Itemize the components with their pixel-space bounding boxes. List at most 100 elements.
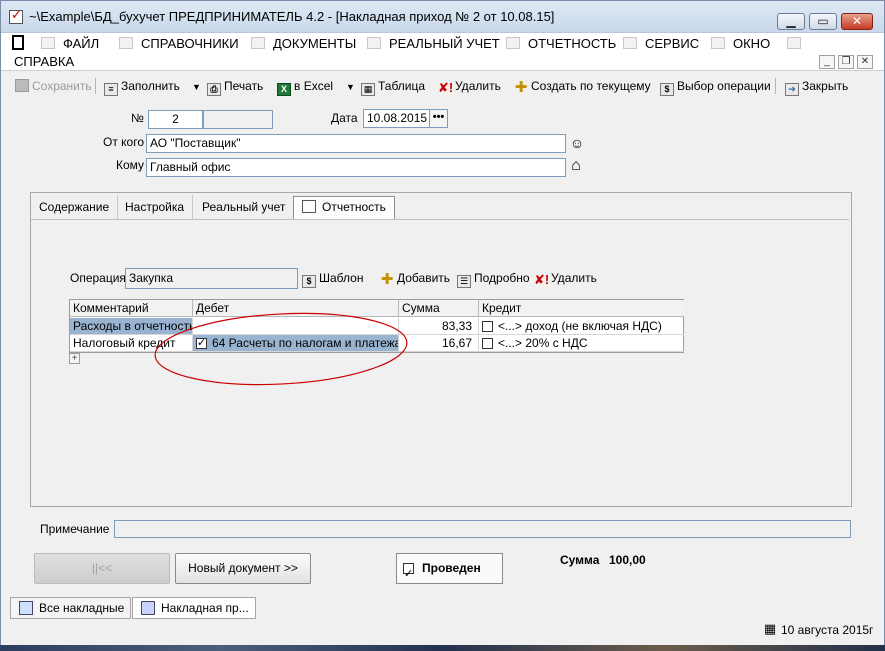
tab-underline [31,219,849,220]
dropdown-arrow-icon: ▼ [192,82,201,92]
document-icon [141,601,155,615]
tab-settings[interactable]: Настройка [117,195,194,219]
menu-reporting[interactable]: ОТЧЕТНОСТЬ [506,35,616,53]
calculator-icon [623,37,637,49]
operation-field[interactable]: Закупка [125,268,298,289]
excel-icon: X [277,83,291,96]
status-bar: Все накладные Накладная пр... ▦ 10 авгус… [1,595,884,645]
table-cell-credit[interactable]: <...> доход (не включая НДС) [479,318,684,335]
menu-file[interactable]: ФАЙЛ [41,35,99,53]
posted-checkbox[interactable] [403,560,414,589]
minimize-button[interactable]: ▁ [777,13,805,30]
details-icon: ☰ [457,275,471,288]
maximize-button[interactable]: ▭ [809,13,837,30]
from-label: От кого [103,135,145,149]
menu-bar: ФАЙЛ СПРАВОЧНИКИ ДОКУМЕНТЫ РЕАЛЬНЫЙ УЧЕТ… [1,33,884,71]
create-by-current-button[interactable]: ✚ Создать по текущему [514,77,651,95]
date-picker-button[interactable]: ••• [429,109,448,128]
plus-icon: ✚ [514,79,528,96]
toolbar-separator [95,78,96,94]
to-label: Кому [116,158,145,172]
close-window-button[interactable]: ✕ [841,13,873,30]
mdi-minimize-button[interactable]: _ [819,55,835,69]
disk-icon [15,79,29,92]
ledger-icon [367,37,381,49]
close-button[interactable]: ➔ Закрыть [785,77,848,96]
credit-checkbox[interactable] [482,321,493,332]
windows-icon [711,37,725,49]
window-title: ~\Example\БД_бухучет ПРЕДПРИНИМАТЕЛЬ 4.2… [29,9,555,24]
plus-icon: ✚ [380,271,394,288]
delete-x-icon: ✘! [534,272,550,287]
to-field[interactable]: Главный офис [146,158,566,177]
calendar-icon: ▦ [763,621,777,636]
posted-toggle[interactable]: Проведен [396,553,503,589]
help-book-icon[interactable] [787,35,801,53]
expand-row-button[interactable]: + [69,353,80,364]
printer-icon: ⎙ [207,83,221,96]
mdi-restore-button[interactable]: ❐ [838,55,854,69]
save-button[interactable]: Сохранить [15,77,92,95]
menu-help[interactable]: СПРАВКА [14,53,74,71]
table-cell-credit[interactable]: <...> 20% с НДС [479,335,684,352]
menu-window[interactable]: ОКНО [711,35,770,53]
add-button[interactable]: ✚ Добавить [380,269,450,287]
note-field[interactable] [114,520,851,538]
column-header-credit[interactable]: Кредит [479,300,684,317]
credit-checkbox[interactable] [482,338,493,349]
tab-content[interactable]: Содержание [31,195,119,219]
tab-real-accounting[interactable]: Реальный учет [194,195,295,219]
excel-button[interactable]: Xв Excel [277,77,333,96]
delete-x-icon: ✘! [438,80,454,95]
tab-current-invoice[interactable]: Накладная пр... [132,597,256,619]
document-icon [251,37,265,49]
toolbar: Сохранить ≡ Заполнить ▼ ⎙ Печать Xв Excel … [1,72,884,99]
annotation-ellipse [154,312,408,386]
table-button[interactable]: ▦ Таблица [361,77,425,96]
first-record-button[interactable]: ||<< [34,553,170,584]
fill-icon: ≡ [104,83,118,96]
report-icon [506,37,520,49]
sum-label: Сумма [560,553,600,567]
date-field[interactable]: 10.08.2015 [363,109,430,128]
note-label: Примечание [40,522,110,536]
number-field[interactable]: 2 [148,110,203,129]
app-checkbox-icon[interactable] [9,7,23,24]
number-suffix-field[interactable] [203,110,273,129]
delete-row-button[interactable]: ✘! Удалить [534,269,597,287]
from-field[interactable]: АО "Поставщик" [146,134,566,153]
table-icon: ▦ [361,83,375,96]
print-button[interactable]: ⎙ Печать [207,77,263,96]
desktop-strip [0,645,885,651]
template-button[interactable]: $ Шаблон [302,269,363,288]
menu-real-accounting[interactable]: РЕАЛЬНЫЙ УЧЕТ [367,35,500,53]
tab-reporting[interactable]: Отчетность [293,196,395,219]
sum-value: 100,00 [609,553,646,567]
house-icon[interactable]: ⌂ [568,158,584,174]
menu-documents[interactable]: ДОКУМЕНТЫ [251,35,356,53]
date-label: Дата [331,111,358,125]
title-bar: ~\Example\БД_бухучет ПРЕДПРИНИМАТЕЛЬ 4.2… [1,1,884,33]
menu-service[interactable]: СЕРВИС [623,35,699,53]
menu-directories[interactable]: СПРАВОЧНИКИ [119,35,239,53]
status-date: 10 августа 2015г [781,623,874,637]
fill-button[interactable]: ≡ Заполнить [104,77,180,96]
new-document-button[interactable]: Новый документ >> [175,553,311,584]
folder-icon [41,37,55,49]
fill-dropdown-arrow[interactable]: ▼ [190,77,201,95]
choose-operation-button[interactable]: $ Выбор операции [660,77,771,96]
stack-icon [19,601,33,615]
main-window: ~\Example\БД_бухучет ПРЕДПРИНИМАТЕЛЬ 4.2… [0,0,885,645]
operation-icon: $ [302,275,316,288]
operation-label: Операция [70,271,126,285]
tab-all-invoices[interactable]: Все накладные [10,597,132,619]
number-label: № [131,111,144,125]
mdi-close-button[interactable]: ✕ [857,55,873,69]
new-document-icon[interactable] [12,35,24,50]
toolbar-separator [775,78,776,94]
delete-button[interactable]: ✘! Удалить [438,77,501,95]
person-icon[interactable]: ☺ [569,135,585,151]
operation-icon: $ [660,83,674,96]
details-button[interactable]: ☰ Подробно [457,269,530,288]
excel-dropdown-arrow[interactable]: ▼ [344,77,355,95]
